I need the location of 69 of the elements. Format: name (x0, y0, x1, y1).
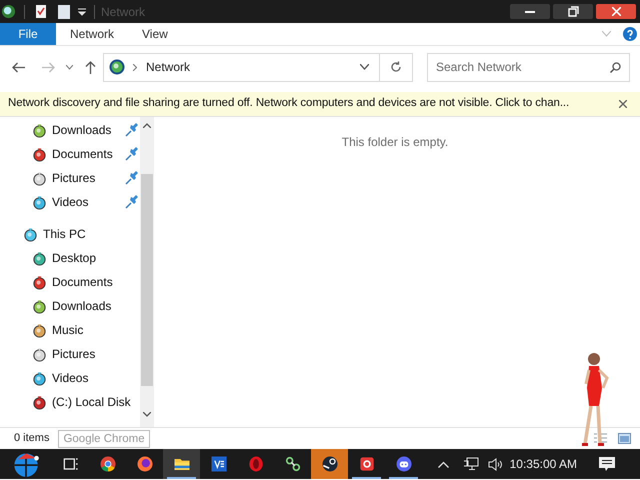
info-message[interactable]: Network discovery and file sharing are turned off. Network computers and devices are not visible. Click to chan... (8, 95, 570, 113)
pin-icon[interactable] (125, 147, 139, 161)
up-arrow-icon[interactable] (85, 60, 96, 74)
scroll-up-icon[interactable] (143, 123, 151, 128)
nav-item[interactable]: Pictures (0, 342, 140, 366)
help-icon[interactable] (623, 27, 637, 41)
chevron-down-icon[interactable] (360, 64, 369, 70)
globe-icon[interactable] (1, 4, 16, 19)
nav-item[interactable]: Downloads (0, 294, 140, 318)
properties-icon[interactable] (35, 4, 47, 19)
pin-icon[interactable] (125, 195, 139, 209)
tooltip: Google Chrome (58, 430, 150, 448)
nav-item[interactable]: Documents (0, 142, 140, 166)
taskbar-button[interactable] (311, 449, 348, 479)
restore-icon (568, 6, 578, 17)
window-title: Network (101, 4, 146, 20)
nav-item[interactable]: (C:) Local Disk (0, 390, 140, 414)
nav-item[interactable]: Music (0, 318, 140, 342)
scroll-down-icon[interactable] (143, 412, 151, 417)
folder-icon[interactable] (58, 4, 70, 18)
address-bar[interactable]: Network (103, 52, 380, 82)
nav-item[interactable]: Documents (0, 270, 140, 294)
search-field[interactable]: Search Network (427, 52, 630, 82)
clock[interactable]: 10:35:00 AM (510, 455, 577, 473)
open-indicator (389, 477, 418, 479)
breadcrumb-chevron-icon (133, 64, 137, 70)
minimize-icon (525, 10, 535, 12)
close-icon[interactable] (619, 100, 627, 108)
refresh-button[interactable] (380, 52, 413, 82)
maximize-button[interactable] (553, 4, 593, 19)
browser-icon (134, 454, 154, 474)
ribbon-tab[interactable]: View (128, 23, 182, 45)
info-bar[interactable]: Network discovery and file sharing are turned off. Network computers and devices are not visible. Click to chan... (0, 92, 640, 117)
empty-folder-message: This folder is empty. (342, 134, 448, 151)
search-icon[interactable] (610, 62, 621, 72)
close-button[interactable] (596, 4, 636, 19)
back-arrow-icon[interactable] (12, 62, 25, 72)
taskbar-button[interactable] (163, 449, 200, 479)
nav-item[interactable]: Downloads (0, 118, 140, 142)
chat-icon (394, 454, 414, 474)
nav-item[interactable]: Videos (0, 190, 140, 214)
pin-icon[interactable] (125, 171, 139, 185)
pin-icon[interactable] (125, 123, 139, 137)
open-indicator (352, 477, 381, 479)
globe-icon (109, 59, 125, 75)
browser-icon (98, 454, 118, 474)
open-indicator (167, 477, 196, 479)
nav-item[interactable]: Pictures (0, 166, 140, 190)
refresh-icon (390, 61, 402, 73)
nav-item[interactable]: Desktop (0, 246, 140, 270)
scrollbar[interactable] (140, 117, 154, 427)
details-view-icon[interactable] (594, 433, 607, 444)
nav-item[interactable]: This PC (0, 222, 140, 246)
large-icons-view-icon[interactable] (618, 433, 631, 444)
editor-icon (208, 454, 228, 474)
nav-item[interactable]: Videos (0, 366, 140, 390)
network-icon[interactable] (462, 457, 479, 471)
notifications-icon[interactable] (599, 456, 615, 472)
file-menu-button[interactable]: File (0, 23, 56, 45)
scrollbar-thumb[interactable] (141, 174, 153, 386)
chevron-up-icon[interactable] (438, 460, 449, 468)
item-count: 0 items (14, 431, 50, 446)
minimize-button[interactable] (510, 4, 550, 19)
breadcrumb[interactable]: Network (146, 58, 190, 76)
close-icon (612, 7, 620, 16)
dropdown-icon[interactable] (78, 8, 86, 16)
chevron-down-icon[interactable] (66, 64, 73, 70)
ribbon-tab[interactable]: Network (56, 23, 128, 45)
speaker-icon[interactable] (488, 458, 504, 470)
